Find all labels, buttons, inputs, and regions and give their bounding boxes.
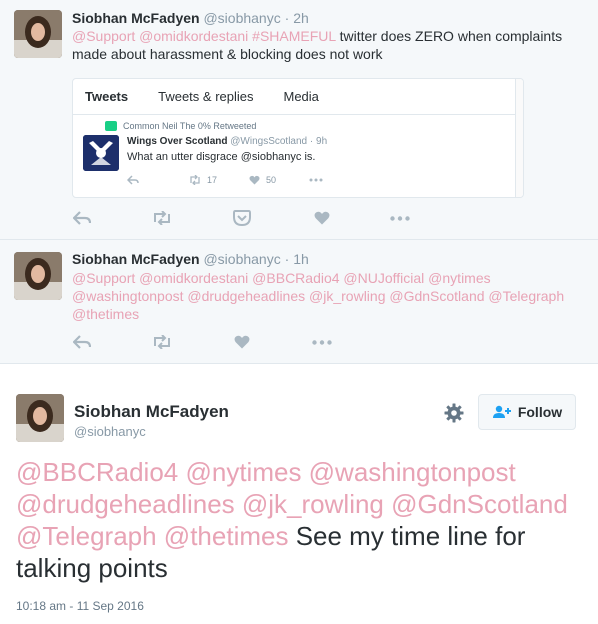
tweet-time[interactable]: 2h <box>293 10 309 26</box>
card-edge <box>515 79 523 197</box>
inner-retweet-action[interactable]: 17 <box>189 173 217 187</box>
main-tweet: Siobhan McFadyen @siobhanyc Follow @BBCR… <box>0 364 598 624</box>
reply-icon[interactable] <box>72 208 92 228</box>
inner-author-name[interactable]: Wings Over Scotland <box>127 136 227 147</box>
retweet-icon[interactable] <box>152 332 172 352</box>
inner-tweet-actions: 17 50 <box>127 173 347 187</box>
retweet-badge-icon <box>105 121 117 131</box>
tweet-actions <box>72 208 432 228</box>
tweet-time[interactable]: 1h <box>293 251 309 267</box>
avatar[interactable] <box>16 394 64 442</box>
inner-like-count: 50 <box>266 175 277 185</box>
inner-like-action[interactable]: 50 <box>249 173 276 187</box>
reply-icon[interactable] <box>72 332 92 352</box>
like-icon[interactable] <box>232 332 252 352</box>
author-handle[interactable]: @siobhanyc <box>203 10 280 26</box>
tweet-timestamp[interactable]: 10:18 am - 11 Sep 2016 <box>16 599 144 613</box>
author-handle[interactable]: @siobhanyc <box>74 424 146 439</box>
tweet-header: Siobhan McFadyen @siobhanyc · 1h <box>72 251 309 267</box>
more-icon[interactable] <box>312 332 332 352</box>
tweet-mentions[interactable]: @Support @omidkordestani @BBCRadio4 @NUJ… <box>72 270 564 322</box>
inner-separator-dot: · <box>309 136 314 147</box>
author-name[interactable]: Siobhan McFadyen <box>72 251 200 267</box>
follow-user-icon <box>492 405 511 418</box>
inner-like-icon <box>249 175 260 185</box>
retweet-icon[interactable] <box>152 208 172 228</box>
retweeted-by-text: Common Neil The 0% Retweeted <box>123 121 257 131</box>
tweet-text: @Support @omidkordestani @BBCRadio4 @NUJ… <box>72 269 577 323</box>
tweet-mentions[interactable]: @Support @omidkordestani #SHAMEFUL <box>72 28 336 44</box>
inner-tweet-header: Wings Over Scotland @WingsScotland · 9h <box>127 136 327 147</box>
author-name[interactable]: Siobhan McFadyen <box>72 10 200 26</box>
avatar[interactable] <box>14 10 62 58</box>
follow-button[interactable]: Follow <box>478 394 576 430</box>
inner-retweet-icon <box>190 175 200 185</box>
tab-media[interactable]: Media <box>283 89 318 104</box>
tab-tweets[interactable]: Tweets <box>85 89 128 104</box>
inner-tweet-time[interactable]: 9h <box>316 136 327 147</box>
inner-retweet-count: 17 <box>207 175 218 185</box>
embedded-profile-card[interactable]: Tweets Tweets & replies Media Common Nei… <box>72 78 524 198</box>
tweet-actions <box>72 332 432 352</box>
inner-reply-icon[interactable] <box>127 173 139 187</box>
more-icon[interactable] <box>390 208 410 228</box>
separator-dot: · <box>284 10 290 26</box>
gear-icon[interactable] <box>443 402 465 424</box>
tweet-header: Siobhan McFadyen @siobhanyc · 2h <box>72 10 309 26</box>
separator-dot: · <box>284 251 290 267</box>
author-handle[interactable]: @siobhanyc <box>203 251 280 267</box>
like-icon[interactable] <box>312 208 332 228</box>
card-tabs: Tweets Tweets & replies Media <box>73 79 523 115</box>
tweet-1[interactable]: Siobhan McFadyen @siobhanyc · 2h @Suppor… <box>0 0 598 240</box>
inner-author-handle[interactable]: @WingsScotland <box>230 136 307 147</box>
pocket-icon[interactable] <box>232 208 252 228</box>
tweet-2[interactable]: Siobhan McFadyen @siobhanyc · 1h @Suppor… <box>0 240 598 364</box>
inner-avatar[interactable] <box>83 135 119 171</box>
tab-tweets-replies[interactable]: Tweets & replies <box>158 89 253 104</box>
tweet-text: @Support @omidkordestani #SHAMEFUL twitt… <box>72 27 582 63</box>
retweeted-line: Common Neil The 0% Retweeted <box>105 121 257 131</box>
inner-tweet-text: What an utter disgrace @siobhanyc is. <box>127 151 316 163</box>
author-name[interactable]: Siobhan McFadyen <box>74 402 229 422</box>
follow-label: Follow <box>517 404 563 420</box>
avatar[interactable] <box>14 252 62 300</box>
inner-more-icon[interactable] <box>309 173 323 187</box>
tweet-text: @BBCRadio4 @nytimes @washingtonpost @dru… <box>16 456 576 584</box>
